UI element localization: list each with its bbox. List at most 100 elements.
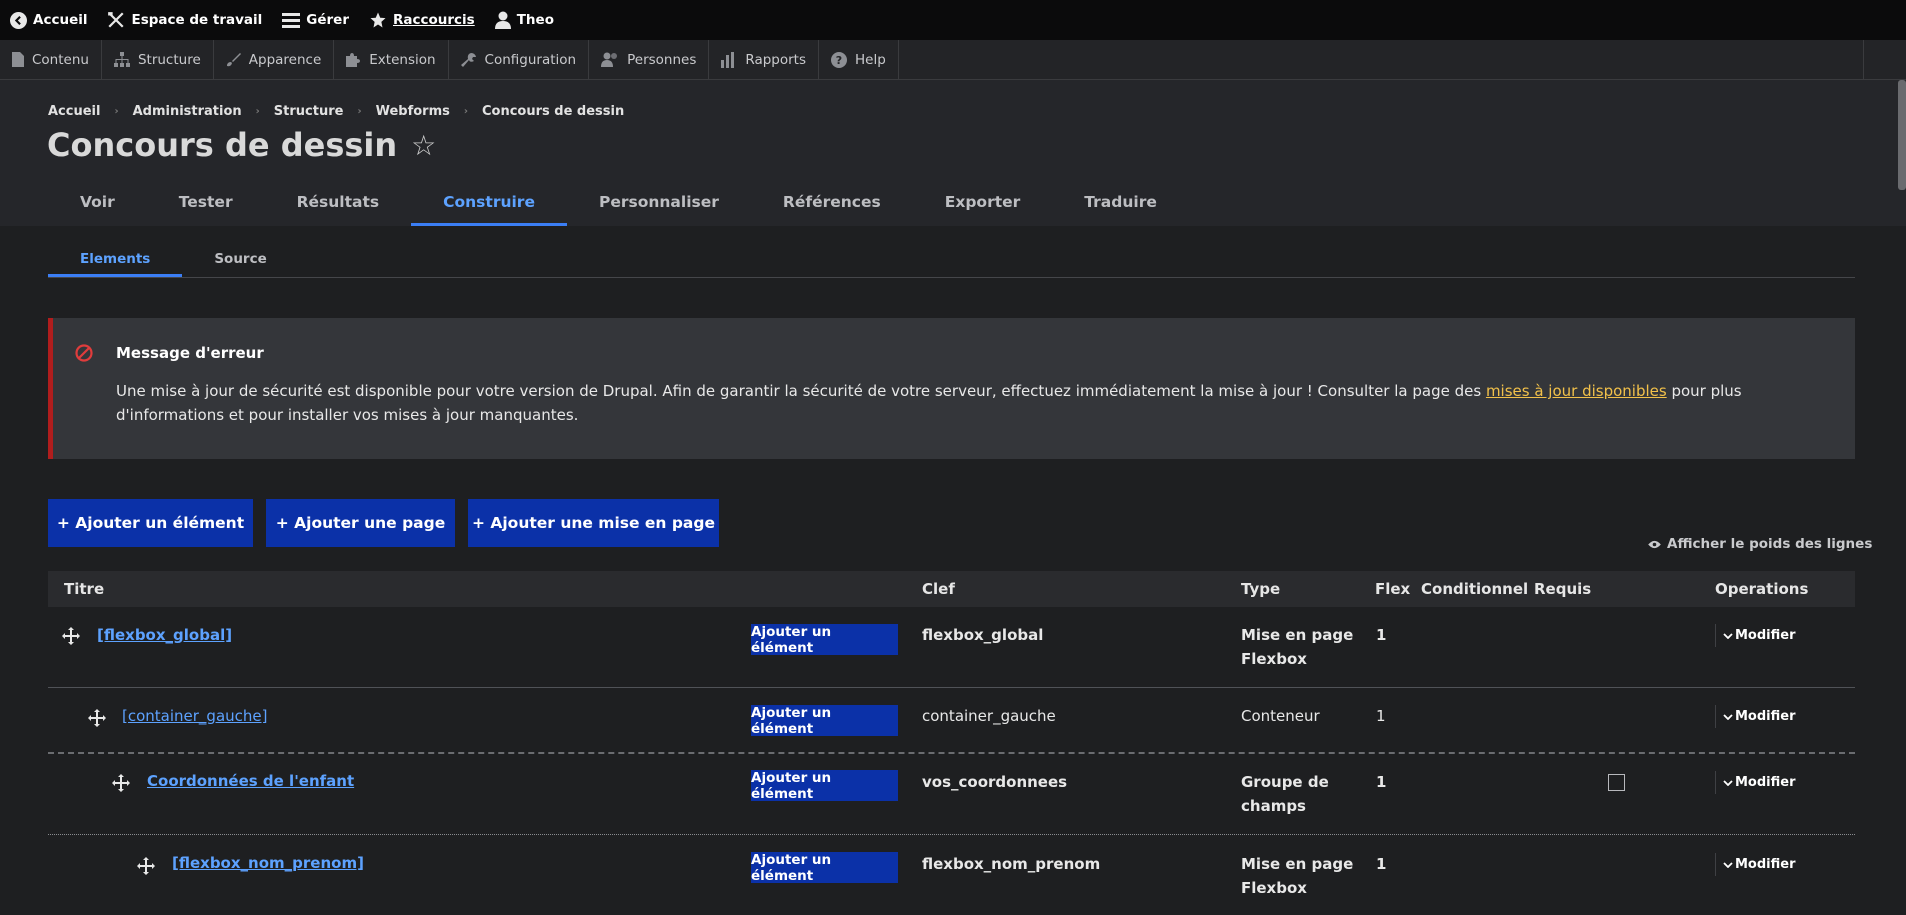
element-key: vos_coordonnees [922, 773, 1068, 791]
menu-item-content[interactable]: Contenu [0, 40, 102, 79]
back-circle-icon [10, 11, 27, 29]
menu-item-reports[interactable]: Rapports [709, 40, 820, 79]
breadcrumb-item[interactable]: Administration [133, 104, 242, 119]
menu-item-structure-label: Structure [137, 51, 201, 68]
element-title-link[interactable]: [container_gauche] [122, 707, 267, 725]
add-element-row-button[interactable]: Ajouter un élément [751, 852, 898, 884]
menu-item-appearance[interactable]: Apparence [214, 40, 335, 79]
toolbar-workspace-label: Espace de travail [131, 12, 263, 28]
updates-link[interactable]: mises à jour disponibles [1486, 382, 1667, 400]
tab-build[interactable]: Construire [411, 185, 567, 226]
add-layout-button[interactable]: + Ajouter une mise en page [468, 499, 719, 547]
element-type-cont: Flexbox [1241, 879, 1307, 897]
menu-item-configuration-label: Configuration [484, 51, 577, 68]
breadcrumb-item[interactable]: Webforms [376, 104, 450, 119]
breadcrumb: Accueil › Administration › Structure › W… [48, 104, 624, 119]
chevron-down-icon[interactable] [1715, 705, 1740, 728]
element-key: flexbox_global [922, 626, 1044, 644]
element-type: Mise en page [1241, 855, 1354, 873]
element-type: Mise en page [1241, 626, 1354, 644]
required-checkbox[interactable] [1608, 774, 1625, 791]
drag-handle-icon[interactable] [62, 627, 80, 649]
col-key: Clef [922, 580, 955, 598]
element-type: Groupe de [1241, 773, 1329, 791]
menu-item-reports-label: Rapports [745, 51, 807, 68]
help-icon: ? [831, 51, 848, 68]
chevron-down-icon[interactable] [1715, 771, 1740, 794]
breadcrumb-item[interactable]: Structure [274, 104, 344, 119]
tab-translate[interactable]: Traduire [1052, 185, 1189, 226]
page-header: Accueil › Administration › Structure › W… [0, 80, 1906, 226]
error-text: Une mise à jour de sécurité est disponib… [116, 379, 1816, 427]
chevron-down-icon[interactable] [1715, 853, 1740, 876]
table-row: [container_gauche] Ajouter un élément co… [48, 688, 1855, 752]
element-title-link[interactable]: Coordonnées de l'enfant [147, 772, 354, 790]
menu-item-structure[interactable]: Structure [102, 40, 214, 79]
tab-source[interactable]: Source [182, 247, 298, 277]
tab-elements[interactable]: Elements [48, 247, 183, 277]
element-flex: 1 [1376, 707, 1386, 725]
toolbar-home[interactable]: Accueil [0, 0, 97, 40]
element-flex: 1 [1376, 626, 1387, 644]
tab-view[interactable]: Voir [48, 185, 147, 226]
brush-icon [226, 52, 241, 67]
toolbar-workspace[interactable]: Espace de travail [97, 0, 272, 40]
toolbar-home-label: Accueil [33, 12, 88, 28]
hamburger-icon [282, 12, 301, 28]
add-element-row-button[interactable]: Ajouter un élément [751, 705, 898, 737]
breadcrumb-separator: › [114, 106, 119, 117]
table-row: Coordonnées de l'enfant Ajouter un éléme… [48, 754, 1855, 834]
breadcrumb-separator: › [255, 106, 260, 117]
scrollbar[interactable] [1898, 80, 1906, 190]
menu-item-extension-label: Extension [369, 51, 436, 68]
table-row: [flexbox_global] Ajouter un élément flex… [48, 607, 1855, 687]
top-toolbar: Accueil Espace de travail Gérer Raccourc… [0, 0, 1906, 41]
user-icon [494, 11, 511, 29]
menu-item-help-label: Help [855, 51, 886, 68]
toolbar-shortcuts[interactable]: Raccourcis [359, 0, 485, 40]
menu-item-help[interactable]: ? Help [819, 40, 899, 79]
tab-export[interactable]: Exporter [913, 185, 1053, 226]
menu-item-people-label: Personnes [627, 51, 697, 68]
toolbar-shortcuts-label: Raccourcis [393, 12, 475, 28]
star-icon[interactable]: ☆ [411, 129, 436, 162]
error-title: Message d'erreur [116, 344, 264, 362]
tab-test[interactable]: Tester [147, 185, 265, 226]
toolbar-user-label: Theo [516, 12, 554, 28]
element-type-cont: champs [1241, 797, 1306, 815]
element-flex: 1 [1376, 773, 1387, 791]
element-key: container_gauche [922, 707, 1056, 725]
tools-icon [107, 11, 125, 29]
bar-chart-icon [721, 51, 737, 68]
drag-handle-icon[interactable] [88, 709, 106, 731]
table-row: [flexbox_nom_prenom] Ajouter un élément … [48, 835, 1855, 915]
toolbar-user[interactable]: Theo [485, 0, 564, 40]
show-row-weights-toggle[interactable]: Afficher le poids des lignes [1648, 536, 1872, 552]
add-element-row-button[interactable]: Ajouter un élément [751, 770, 898, 802]
menu-item-people[interactable]: Personnes [589, 40, 710, 79]
add-element-button[interactable]: + Ajouter un élément [48, 499, 253, 547]
breadcrumb-item[interactable]: Accueil [48, 104, 100, 119]
element-title-link[interactable]: [flexbox_global] [97, 626, 232, 644]
table-header: Titre Clef Type Flex Conditionnel Requis… [48, 571, 1855, 607]
menu-item-extension[interactable]: Extension [334, 40, 449, 79]
element-type-cont: Flexbox [1241, 650, 1307, 668]
toolbar-manage[interactable]: Gérer [272, 0, 359, 40]
element-title-link[interactable]: [flexbox_nom_prenom] [172, 854, 364, 872]
tab-results[interactable]: Résultats [265, 185, 412, 226]
chevron-down-icon[interactable] [1715, 624, 1740, 647]
tab-customize[interactable]: Personnaliser [567, 185, 751, 226]
col-title: Titre [64, 580, 105, 598]
drag-handle-icon[interactable] [137, 857, 155, 879]
add-element-row-button[interactable]: Ajouter un élément [751, 624, 898, 656]
add-page-button[interactable]: + Ajouter une page [266, 499, 455, 547]
drag-handle-icon[interactable] [112, 774, 130, 796]
sub-tabs: Elements Source [48, 247, 1855, 278]
menu-item-configuration[interactable]: Configuration [449, 40, 590, 79]
eye-icon [1648, 540, 1661, 549]
tab-references[interactable]: Références [751, 185, 913, 226]
page-title: Concours de dessin ☆ [47, 126, 436, 164]
toolbar-manage-label: Gérer [306, 12, 349, 28]
breadcrumb-current: Concours de dessin [481, 104, 625, 119]
breadcrumb-separator: › [463, 106, 468, 117]
